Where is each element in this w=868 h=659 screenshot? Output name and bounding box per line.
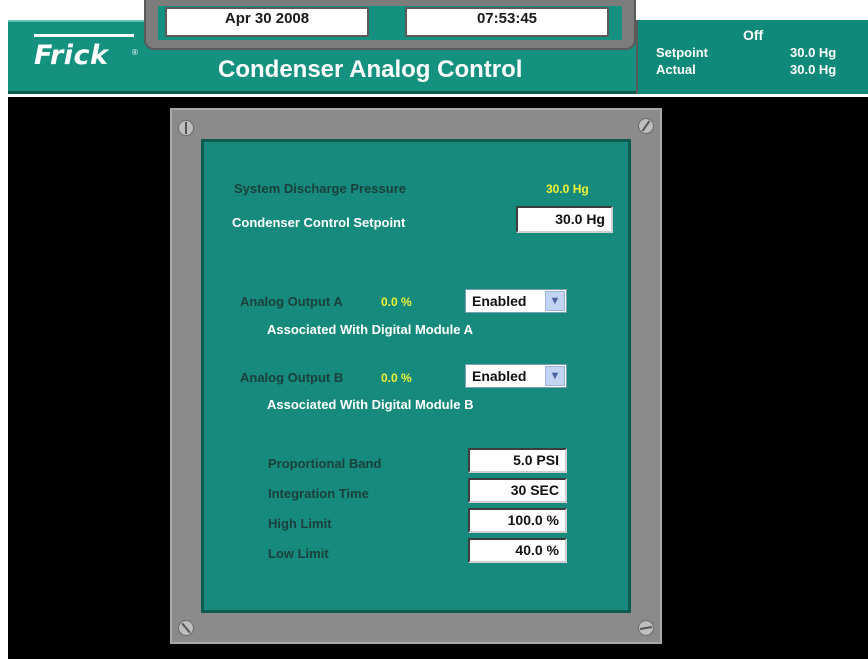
analog-output-a-selected: Enabled [472, 293, 527, 309]
logo-bar [34, 34, 134, 37]
low-limit-field[interactable]: 40.0 % [468, 538, 567, 563]
screw-icon [636, 618, 656, 638]
time-display: 07:53:45 [405, 7, 609, 37]
logo-registered-mark: ® [132, 48, 138, 57]
chevron-down-icon[interactable]: ▼ [545, 291, 565, 311]
analog-output-b-selected: Enabled [472, 368, 527, 384]
window-edge-left [0, 97, 8, 659]
status-panel: Off Setpoint 30.0 Hg Actual 30.0 Hg [636, 20, 868, 94]
analog-output-a-note: Associated With Digital Module A [267, 322, 473, 337]
tuning-label-proportional-band: Proportional Band [268, 456, 382, 471]
status-actual-value: 30.0 Hg [790, 62, 837, 77]
condenser-setpoint-label: Condenser Control Setpoint [232, 215, 406, 230]
condenser-setpoint-field[interactable]: 30.0 Hg [516, 206, 613, 233]
analog-output-a-label: Analog Output A [240, 294, 343, 309]
screw-icon [174, 616, 198, 640]
discharge-pressure-label: System Discharge Pressure [234, 181, 406, 196]
control-panel: System Discharge Pressure 30.0 Hg Conden… [201, 139, 631, 613]
screw-icon [634, 114, 658, 138]
status-state: Off [743, 27, 764, 43]
analog-output-b-value: 0.0 % [381, 371, 412, 385]
chevron-down-icon[interactable]: ▼ [545, 366, 565, 386]
tuning-label-integration-time: Integration Time [268, 486, 369, 501]
tuning-label-low-limit: Low Limit [268, 546, 329, 561]
discharge-pressure-value: 30.0 Hg [546, 182, 589, 196]
analog-output-a-select[interactable]: Enabled ▼ [465, 289, 567, 313]
header: Apr 30 2008 07:53:45 Frick ® Condenser A… [0, 0, 868, 97]
page-title: Condenser Analog Control [218, 56, 523, 83]
high-limit-field[interactable]: 100.0 % [468, 508, 567, 533]
analog-output-b-select[interactable]: Enabled ▼ [465, 364, 567, 388]
analog-output-a-value: 0.0 % [381, 295, 412, 309]
analog-output-b-note: Associated With Digital Module B [267, 397, 474, 412]
status-setpoint-label: Setpoint [656, 45, 708, 60]
proportional-band-field[interactable]: 5.0 PSI [468, 448, 567, 473]
frick-logo: Frick [34, 40, 109, 71]
integration-time-field[interactable]: 30 SEC [468, 478, 567, 503]
screw-icon [178, 120, 194, 136]
tuning-label-high-limit: High Limit [268, 516, 332, 531]
status-setpoint-value: 30.0 Hg [790, 45, 837, 60]
date-display: Apr 30 2008 [165, 7, 369, 37]
status-actual-label: Actual [656, 62, 696, 77]
analog-output-b-label: Analog Output B [240, 370, 344, 385]
